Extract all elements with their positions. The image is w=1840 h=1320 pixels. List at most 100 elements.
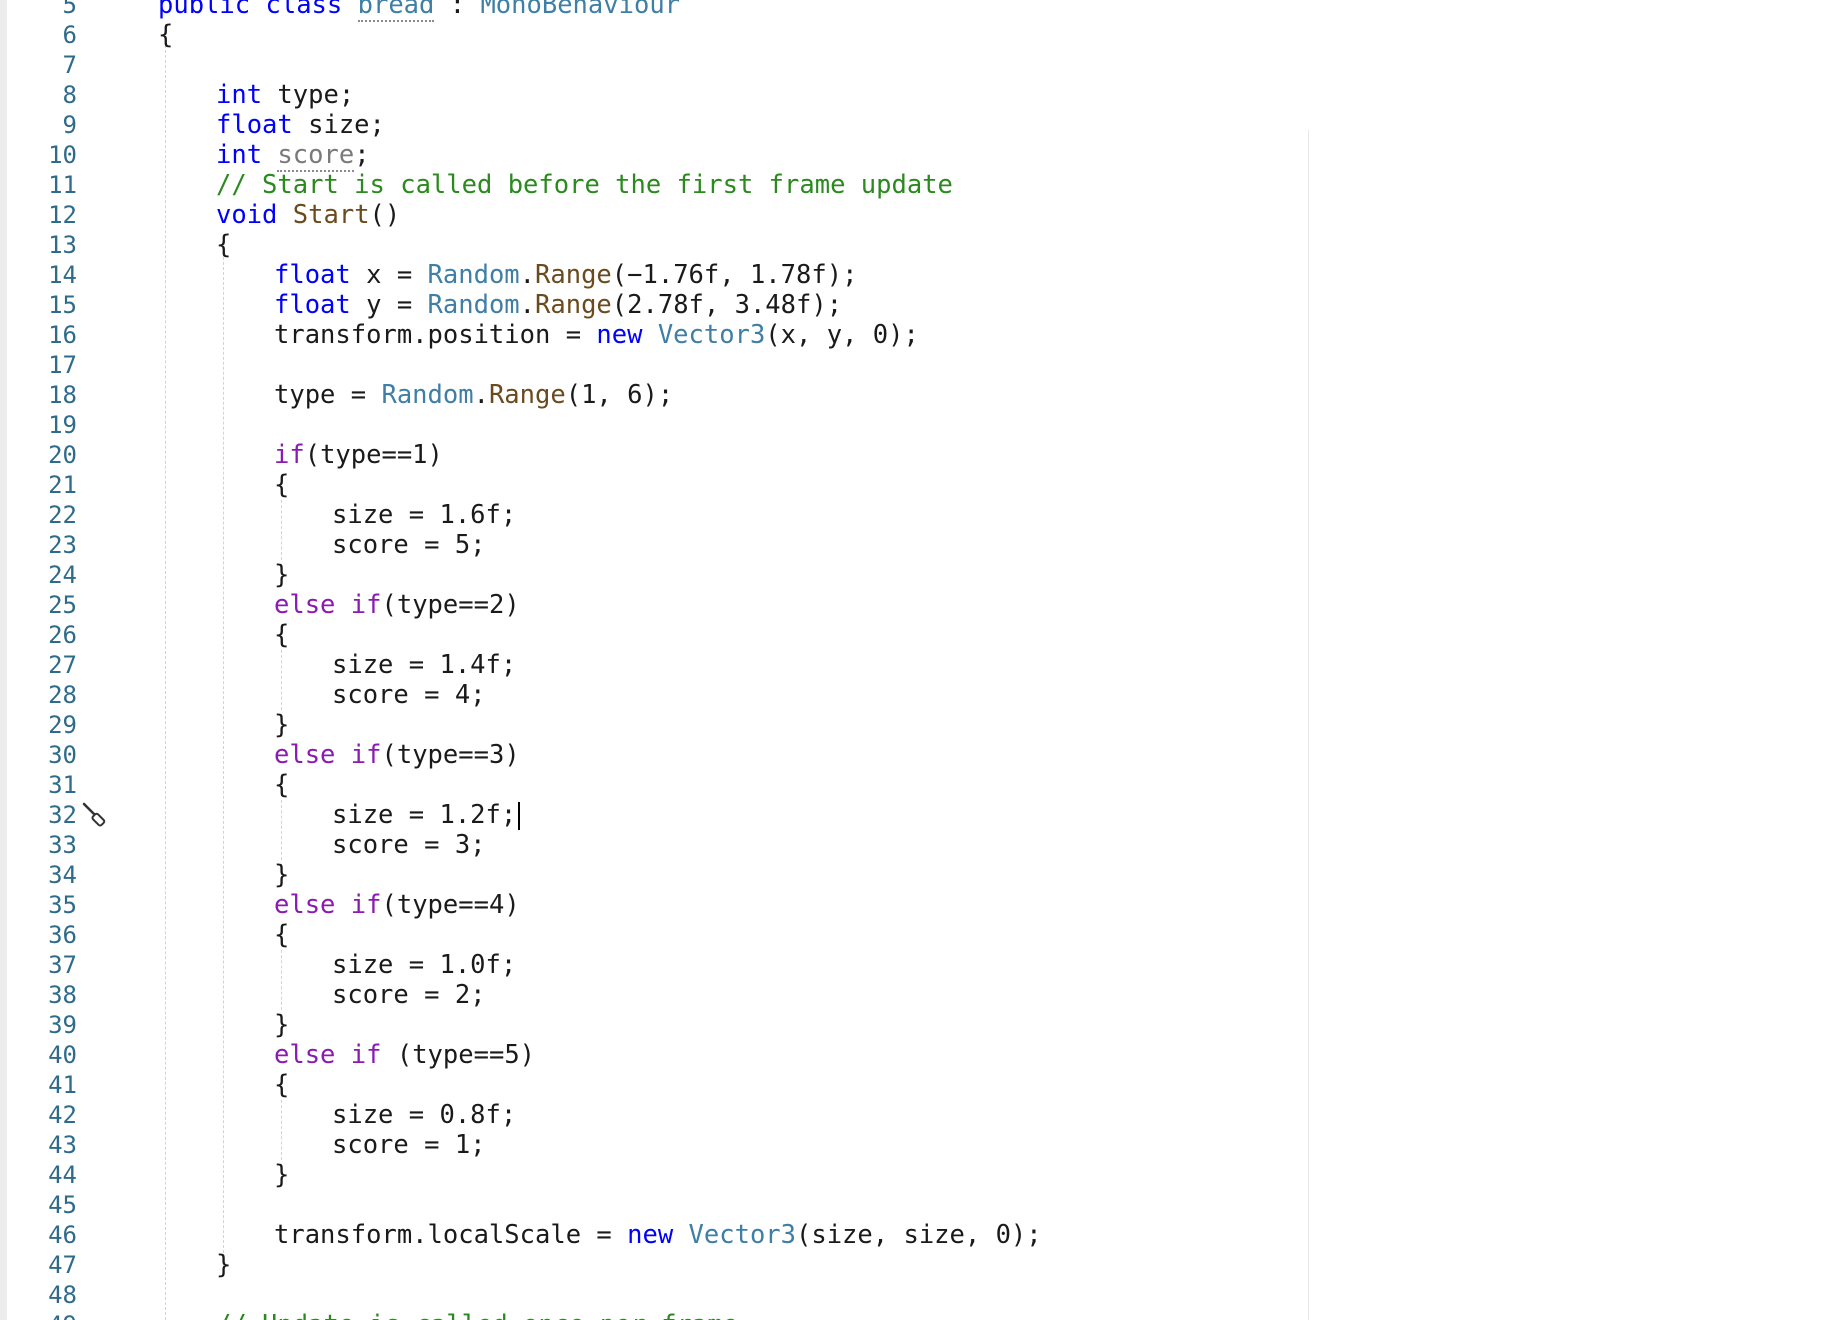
code-token: float <box>274 290 351 320</box>
code-token: // Update is called once per frame <box>216 1310 738 1320</box>
code-line[interactable]: 37 size = 1.0f; <box>0 950 1840 980</box>
code-token: (2.78f, 3.48f); <box>611 290 843 320</box>
code-token: score = 3; <box>332 830 486 860</box>
code-line[interactable]: 41 { <box>0 1070 1840 1100</box>
line-number: 32 <box>48 801 77 829</box>
line-number: 11 <box>48 171 77 199</box>
line-number: 26 <box>48 621 77 649</box>
code-token: score = 1; <box>332 1130 486 1160</box>
code-line[interactable]: 35 else if(type==4) <box>0 890 1840 920</box>
code-token: } <box>274 560 290 590</box>
line-number: 44 <box>48 1161 77 1189</box>
code-line[interactable]: 11 // Start is called before the first fr… <box>0 170 1840 200</box>
line-number: 39 <box>48 1011 77 1039</box>
code-text: size = 1.0f; <box>332 950 516 980</box>
code-token: Random <box>427 290 520 320</box>
code-token: } <box>274 710 290 740</box>
code-token: (−1.76f, 1.78f); <box>611 260 858 290</box>
code-token: } <box>274 1010 290 1040</box>
code-line[interactable]: 46 transform.localScale = new Vector3(siz… <box>0 1220 1840 1250</box>
line-number: 5 <box>62 0 77 19</box>
code-token: score = 4; <box>332 680 486 710</box>
code-token: type; <box>262 80 355 110</box>
code-line[interactable]: 15 float y = Random.Range(2.78f, 3.48f); <box>0 290 1840 320</box>
code-line[interactable]: 27 size = 1.4f; <box>0 650 1840 680</box>
code-line[interactable]: 47} <box>0 1250 1840 1280</box>
line-number: 38 <box>48 981 77 1009</box>
code-line[interactable]: 45 <box>0 1190 1840 1220</box>
code-line[interactable]: 5 public class bread : MonoBehaviour <box>0 0 1840 22</box>
code-line[interactable]: 9 float size; <box>0 110 1840 140</box>
code-line[interactable]: 26 { <box>0 620 1840 650</box>
line-number: 34 <box>48 861 77 889</box>
code-line[interactable]: 25 else if(type==2) <box>0 590 1840 620</box>
code-line[interactable]: 32 size = 1.2f; <box>0 800 1840 830</box>
code-token: size = 1.2f; <box>332 800 517 830</box>
code-line[interactable]: 22 size = 1.6f; <box>0 500 1840 530</box>
line-number: 16 <box>48 321 77 349</box>
code-line[interactable]: 38 score = 2; <box>0 980 1840 1010</box>
code-text: score = 5; <box>332 530 486 560</box>
line-number: 33 <box>48 831 77 859</box>
code-token: size = 0.8f; <box>332 1100 517 1130</box>
line-number: 6 <box>62 21 77 49</box>
code-line[interactable]: 33 score = 3; <box>0 830 1840 860</box>
code-text: size = 1.4f; <box>332 650 516 680</box>
code-line[interactable]: 24} <box>0 560 1840 590</box>
line-number: 9 <box>62 111 77 139</box>
code-line[interactable]: 34} <box>0 860 1840 890</box>
code-token: if <box>350 740 382 770</box>
code-line[interactable]: 6{ <box>0 20 1840 50</box>
code-text: int score; <box>216 140 370 172</box>
code-line[interactable]: 44} <box>0 1160 1840 1190</box>
code-line[interactable]: 30 else if(type==3) <box>0 740 1840 770</box>
code-line[interactable]: 43 score = 1; <box>0 1130 1840 1160</box>
code-text: else if(type==3) <box>274 740 520 770</box>
code-line[interactable]: 18 type = Random.Range(1, 6); <box>0 380 1840 410</box>
code-token: () <box>369 200 401 230</box>
code-token: (type==3) <box>381 740 520 770</box>
code-line[interactable]: 49 // Update is called once per frame <box>0 1310 1840 1320</box>
code-line[interactable]: 7 <box>0 50 1840 80</box>
line-number: 24 <box>48 561 77 589</box>
code-line[interactable]: 40 else if (type==5) <box>0 1040 1840 1070</box>
code-line[interactable]: 8 int type; <box>0 80 1840 110</box>
code-token: (x, y, 0); <box>765 320 919 350</box>
code-token: class <box>265 0 343 20</box>
code-line[interactable]: 16 transform.position = new Vector3(x, y,… <box>0 320 1840 350</box>
code-line[interactable]: 39} <box>0 1010 1840 1040</box>
line-number: 21 <box>48 471 77 499</box>
code-token: { <box>274 770 290 800</box>
code-token: { <box>274 620 290 650</box>
code-line[interactable]: 21 { <box>0 470 1840 500</box>
code-editor[interactable]: 5 public class bread : MonoBehaviour 6{7 8 i… <box>0 0 1840 1320</box>
code-line[interactable]: 23 score = 5; <box>0 530 1840 560</box>
code-line[interactable]: 28 score = 4; <box>0 680 1840 710</box>
code-token: Random <box>427 260 520 290</box>
code-token: if <box>350 1040 382 1070</box>
code-text: } <box>274 710 289 740</box>
code-line[interactable]: 19 <box>0 410 1840 440</box>
code-line[interactable]: 14 float x = Random.Range(−1.76f, 1.78f); <box>0 260 1840 290</box>
code-line[interactable]: 31 { <box>0 770 1840 800</box>
code-text: } <box>274 1160 289 1190</box>
code-line[interactable]: 13 { <box>0 230 1840 260</box>
code-line[interactable]: 48 <box>0 1280 1840 1310</box>
code-line[interactable]: 10 int score; <box>0 140 1840 172</box>
code-token: else <box>274 590 336 620</box>
code-line[interactable]: 36 { <box>0 920 1840 950</box>
code-line[interactable]: 42 size = 0.8f; <box>0 1100 1840 1130</box>
code-line[interactable]: 29} <box>0 710 1840 740</box>
code-token: MonoBehaviour <box>480 0 681 20</box>
code-line[interactable]: 17 <box>0 350 1840 380</box>
code-line[interactable]: 12 void Start() <box>0 200 1840 230</box>
line-number: 43 <box>48 1131 77 1159</box>
line-number: 12 <box>48 201 77 229</box>
code-text: else if(type==2) <box>274 590 520 620</box>
code-line[interactable]: 20 if(type==1) <box>0 440 1840 470</box>
code-token: x = <box>350 260 428 290</box>
